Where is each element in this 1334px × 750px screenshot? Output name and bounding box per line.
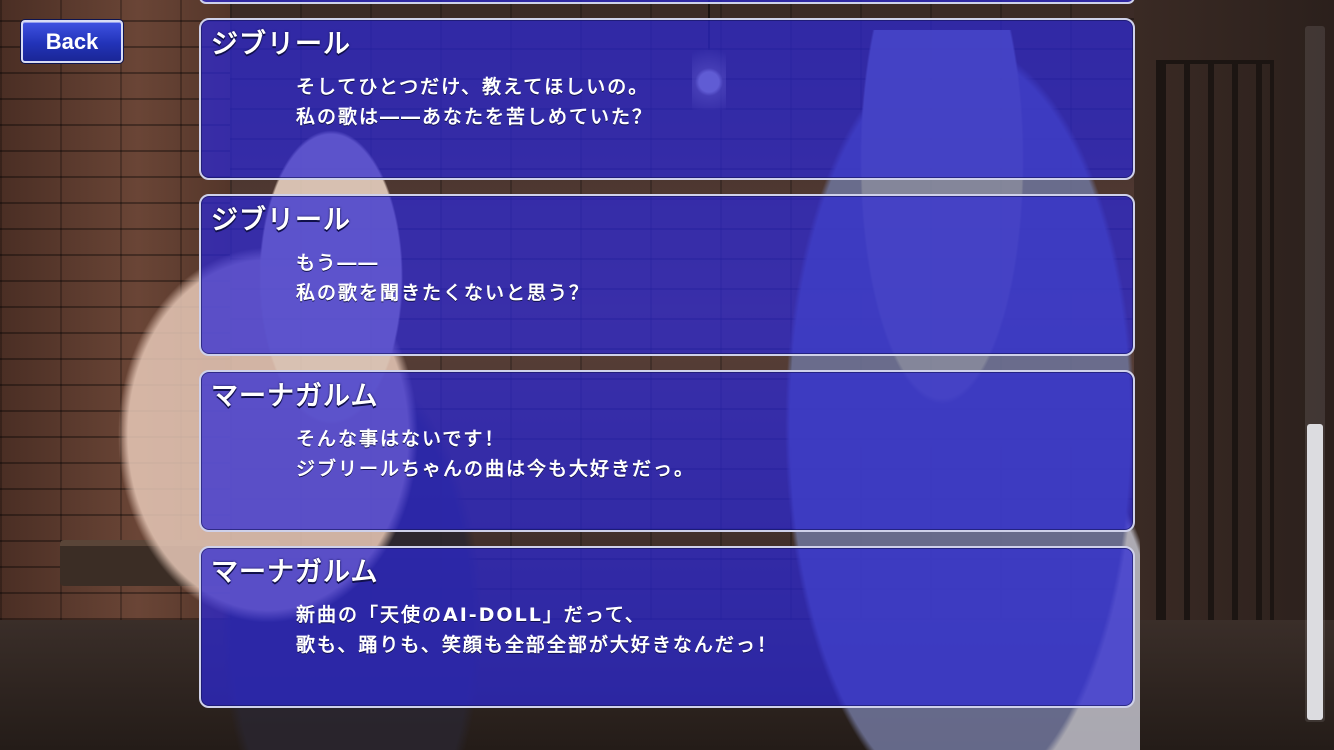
speaker-name: マーナガルム: [211, 557, 379, 588]
scrollbar-thumb[interactable]: [1307, 424, 1323, 720]
speaker-name: ジブリール: [211, 29, 351, 60]
dialogue-line: ジブリールちゃんの曲は今も大好きだっ。: [296, 458, 696, 480]
dialogue-line: 私の歌を聞きたくないと思う？: [296, 282, 591, 304]
previous-log-panel-edge: [199, 0, 1135, 4]
dialogue-line: 歌も、踊りも、笑顔も全部全部が大好きなんだっ！: [296, 634, 778, 656]
log-entry: ジブリール そしてひとつだけ、教えてほしいの。 私の歌は――あなたを苦しめていた…: [199, 18, 1135, 180]
dialogue-line: そしてひとつだけ、教えてほしいの。: [296, 76, 650, 98]
log-entry: マーナガルム 新曲の「天使のAI-DOLL」だって、 歌も、踊りも、笑顔も全部全…: [199, 546, 1135, 708]
speaker-name: マーナガルム: [211, 381, 379, 412]
log-entry: ジブリール もう―― 私の歌を聞きたくないと思う？: [199, 194, 1135, 356]
dialogue-line: 新曲の「天使のAI-DOLL」だって、: [296, 604, 646, 626]
dialogue-line: そんな事はないです！: [296, 428, 506, 450]
speaker-name: ジブリール: [211, 205, 351, 236]
log-entry: マーナガルム そんな事はないです！ ジブリールちゃんの曲は今も大好きだっ。: [199, 370, 1135, 532]
back-button[interactable]: Back: [21, 20, 123, 63]
dialogue-line: もう――: [296, 252, 380, 274]
dialogue-line: 私の歌は――あなたを苦しめていた？: [296, 106, 654, 128]
backlog: ジブリール そしてひとつだけ、教えてほしいの。 私の歌は――あなたを苦しめていた…: [0, 0, 1334, 750]
